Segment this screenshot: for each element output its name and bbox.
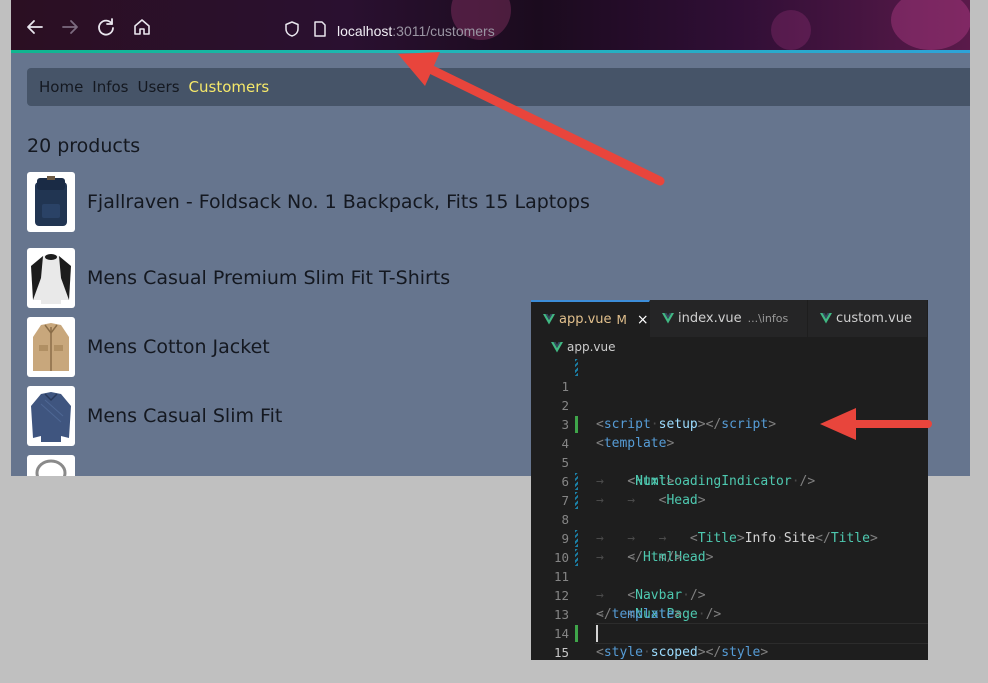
url-host: localhost (337, 23, 393, 39)
reload-icon[interactable] (95, 16, 117, 38)
site-navbar: Home Infos Users Customers (27, 68, 970, 106)
toolbar-accent-line (11, 50, 970, 53)
code-editor: app.vue M × index.vue ...\infos custom.v… (531, 300, 928, 660)
gutter-added (575, 416, 578, 433)
product-name[interactable]: Mens Casual Slim Fit (87, 405, 282, 427)
code-text: <style·scoped></style> (596, 645, 769, 660)
tshirt-image (27, 248, 75, 308)
close-icon[interactable]: × (637, 312, 649, 328)
product-item[interactable]: Fjallraven - Foldsack No. 1 Backpack, Fi… (27, 172, 590, 232)
bracelet-image (27, 455, 75, 476)
product-name[interactable]: Fjallraven - Foldsack No. 1 Backpack, Fi… (87, 191, 590, 213)
gutter-added (575, 625, 578, 642)
code-line[interactable]: 15 (531, 624, 928, 660)
code-line[interactable]: 14 <style·scoped></style> (531, 605, 928, 660)
vue-icon (662, 313, 674, 324)
code-line[interactable]: 12 </template> (531, 567, 928, 622)
gutter-modified (575, 492, 578, 509)
tab-path: ...\infos (747, 312, 789, 325)
address-bar[interactable]: localhost:3011/customers (283, 20, 495, 42)
code-line[interactable]: 1 <script·setup></script> (531, 358, 928, 432)
product-item[interactable]: Mens Casual Slim Fit (27, 386, 282, 446)
code-line[interactable]: 6 → → <Head> (531, 453, 928, 508)
editor-tab-bar: app.vue M × index.vue ...\infos custom.v… (531, 300, 928, 337)
vue-icon (543, 314, 555, 325)
tab-app-vue[interactable]: app.vue M × (531, 300, 650, 337)
tab-label: index.vue (678, 311, 742, 326)
product-name[interactable]: Mens Cotton Jacket (87, 336, 270, 358)
code-line[interactable]: 11 → <NuxtPage·/> (531, 548, 928, 622)
code-line[interactable]: 5 → <Html> (531, 434, 928, 489)
nav-link-home[interactable]: Home (39, 78, 83, 96)
shield-icon[interactable] (283, 20, 301, 42)
backpack-image (27, 172, 75, 232)
product-item[interactable]: Mens Casual Premium Slim Fit T-Shirts (27, 248, 450, 308)
code-line[interactable]: 13 (531, 586, 928, 622)
gutter-modified (575, 359, 578, 376)
url-path: :3011/customers (392, 23, 495, 39)
code-line[interactable]: 8 → → </Head> (531, 491, 928, 565)
back-arrow-icon[interactable] (24, 16, 46, 38)
forward-arrow-icon[interactable] (59, 16, 81, 38)
breadcrumb[interactable]: app.vue (551, 340, 616, 354)
line-number: 15 (553, 645, 569, 660)
code-line[interactable]: 4 → <NuxtLoadingIndicator·/> (531, 415, 928, 489)
text-caret (596, 625, 598, 642)
shirt-image (27, 386, 75, 446)
product-item[interactable]: Mens Cotton Jacket (27, 317, 270, 377)
code-line[interactable]: 2 (531, 377, 928, 413)
gutter-modified (575, 530, 578, 547)
product-count: 20 products (27, 135, 141, 157)
tab-label: app.vue (559, 312, 612, 327)
jacket-image (27, 317, 75, 377)
code-line[interactable]: 7 → → → <Title>Info·Site</Title> (531, 472, 928, 546)
browser-toolbar: localhost:3011/customers (11, 0, 970, 50)
code-line[interactable]: 10 → <Navbar·/> (531, 529, 928, 603)
tab-label: custom.vue (836, 311, 912, 326)
gutter-modified (575, 549, 578, 566)
nav-link-users[interactable]: Users (138, 78, 180, 96)
home-icon[interactable] (131, 16, 153, 38)
vue-icon (551, 341, 563, 353)
product-item[interactable] (27, 455, 75, 476)
modified-indicator: M (616, 312, 627, 327)
page-icon (313, 21, 327, 41)
gutter-modified (575, 473, 578, 490)
code-line[interactable]: 3 <template> (531, 396, 928, 451)
tab-custom-vue[interactable]: custom.vue (808, 300, 928, 337)
nav-link-customers[interactable]: Customers (189, 78, 270, 96)
url-text[interactable]: localhost:3011/customers (337, 23, 495, 39)
tab-index-vue[interactable]: index.vue ...\infos (650, 300, 808, 337)
vue-icon (820, 313, 832, 324)
nav-link-infos[interactable]: Infos (92, 78, 128, 96)
code-line[interactable]: 9 → </Html> (531, 510, 928, 565)
product-name[interactable]: Mens Casual Premium Slim Fit T-Shirts (87, 267, 450, 289)
breadcrumb-file[interactable]: app.vue (567, 340, 616, 354)
